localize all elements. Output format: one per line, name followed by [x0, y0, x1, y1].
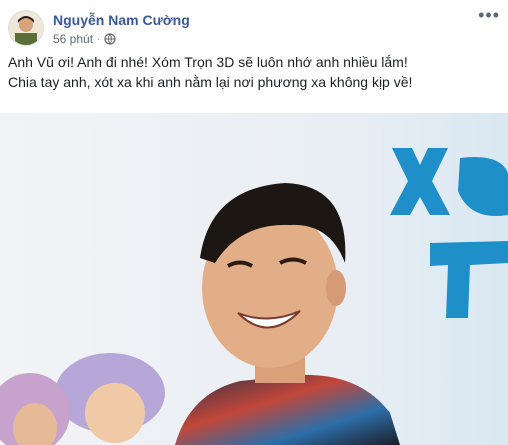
post-meta: 56 phút ·	[53, 32, 116, 46]
post-timestamp[interactable]: 56 phút	[53, 32, 93, 46]
more-options-icon[interactable]: •••	[478, 6, 500, 24]
post-text-line: Anh Vũ ơi! Anh đi nhé! Xóm Trọn 3D sẽ lu…	[8, 54, 408, 70]
photo-image	[0, 113, 508, 445]
post-photo[interactable]	[0, 113, 508, 445]
author-avatar[interactable]	[8, 10, 44, 46]
post-text-line: Chia tay anh, xót xa khi anh nằm lại nơi…	[8, 74, 413, 90]
post-text: Anh Vũ ơi! Anh đi nhé! Xóm Trọn 3D sẽ lu…	[8, 52, 500, 92]
author-name[interactable]: Nguyễn Nam Cường	[53, 12, 190, 28]
facebook-post: Nguyễn Nam Cường 56 phút · ••• Anh Vũ ơi…	[0, 0, 508, 445]
meta-separator: ·	[97, 33, 101, 45]
globe-icon[interactable]	[104, 33, 116, 45]
avatar-image	[9, 11, 43, 45]
